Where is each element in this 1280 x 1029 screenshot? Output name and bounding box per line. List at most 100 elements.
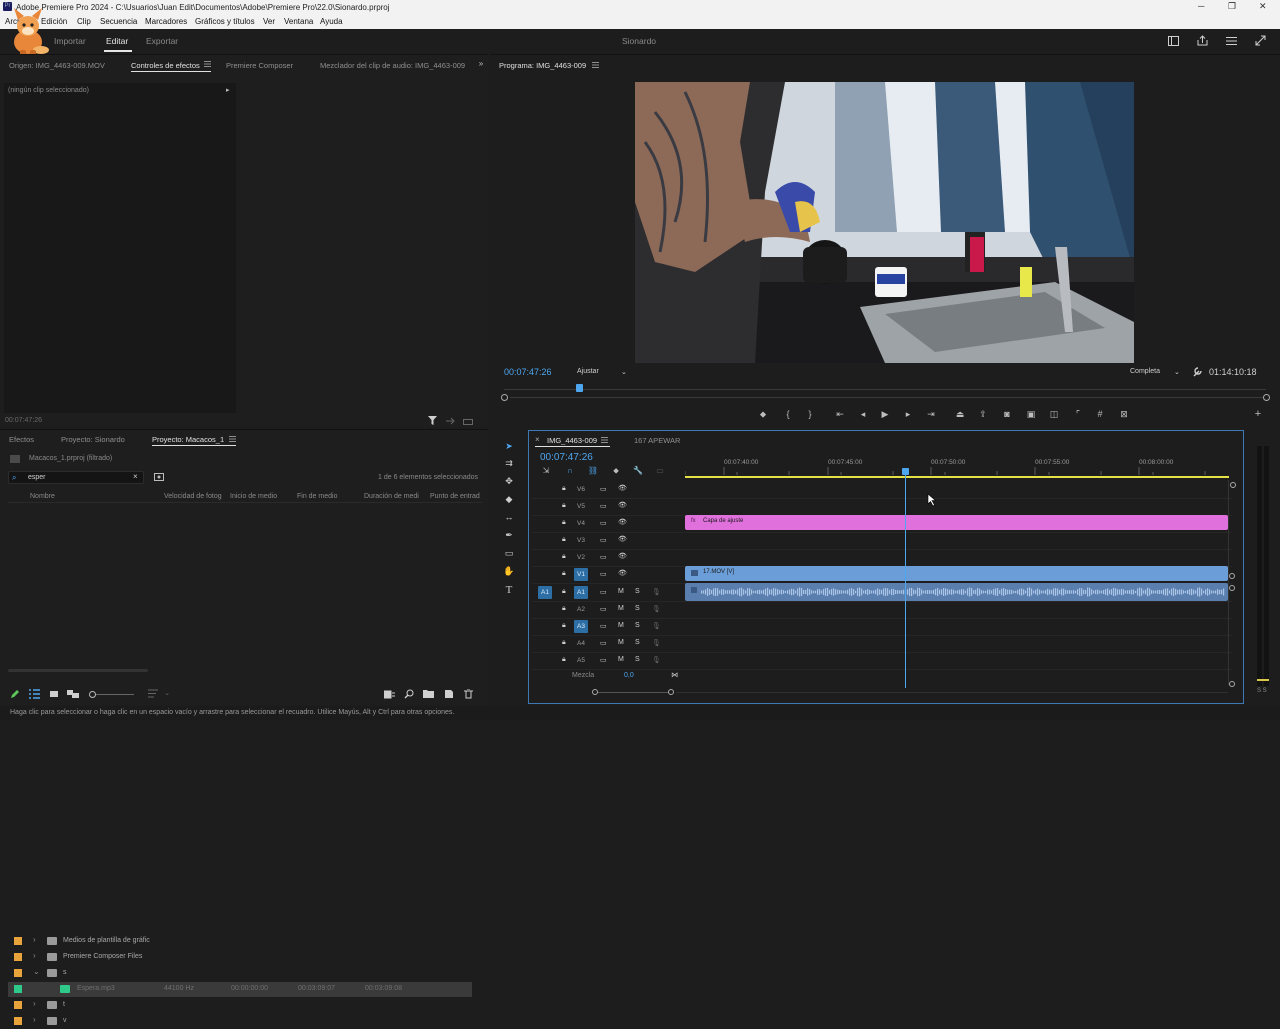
col-nombre[interactable]: Nombre (30, 493, 55, 500)
program-timecode[interactable]: 00:07:47:26 (504, 367, 552, 377)
col-media-end[interactable]: Fin de medio (297, 493, 337, 500)
project-menu-icon[interactable] (229, 436, 236, 442)
zoom-slider[interactable] (96, 694, 134, 695)
new-search-bin-icon[interactable] (154, 473, 164, 481)
track-target[interactable]: A2 (574, 603, 588, 616)
vr-icon[interactable]: ⊠ (1117, 408, 1131, 420)
lock-icon[interactable]: 🔒︎ (562, 485, 566, 493)
new-bin-icon[interactable] (423, 689, 434, 698)
slip-tool-icon[interactable]: ↔ (501, 512, 517, 526)
more-tabs-icon[interactable]: » (474, 58, 488, 70)
export-frame-icon[interactable] (445, 417, 455, 425)
source-patch[interactable]: A1 (538, 586, 552, 599)
export-frame-icon[interactable]: ◙ (1000, 408, 1014, 420)
zoom-handle-right[interactable] (1263, 394, 1270, 401)
track-target[interactable]: V4 (574, 517, 588, 530)
track-target[interactable]: A4 (574, 637, 588, 650)
mute-button[interactable]: M (618, 588, 624, 595)
panel-menu-icon[interactable] (204, 61, 211, 67)
label-color-swatch[interactable] (14, 953, 22, 961)
sync-lock-icon[interactable]: ▭ (600, 519, 607, 527)
sync-lock-icon[interactable]: ▭ (600, 656, 607, 664)
sequence-menu-icon[interactable] (601, 437, 608, 443)
sort-chevron-icon[interactable]: ⌄ (160, 688, 174, 700)
settings-wrench-icon[interactable] (1192, 367, 1202, 377)
zoom-handle-left[interactable] (501, 394, 508, 401)
mark-out-icon[interactable]: } (803, 408, 817, 420)
solo-button[interactable]: S (635, 605, 640, 612)
program-video-frame[interactable] (635, 82, 1134, 363)
label-color-swatch[interactable] (14, 937, 22, 945)
sync-lock-icon[interactable]: ▭ (600, 485, 607, 493)
add-button-icon[interactable]: + (1251, 408, 1265, 420)
nest-icon[interactable]: ⇲ (539, 465, 553, 477)
audio-meter-solo-labels[interactable]: S S (1257, 688, 1267, 694)
fullscreen-icon[interactable] (1255, 35, 1266, 46)
label-color-swatch[interactable] (14, 1017, 22, 1025)
grid-icon[interactable]: # (1093, 408, 1107, 420)
menu-ayuda[interactable]: Ayuda (320, 17, 343, 26)
adjustment-layer-clip[interactable]: fx Capa de ajuste (685, 515, 1228, 530)
voiceover-mic-icon[interactable]: 🎙︎ (652, 622, 661, 630)
ruler-ticks[interactable] (685, 466, 1230, 475)
automate-to-sequence-icon[interactable] (384, 689, 395, 699)
mute-button[interactable]: M (618, 656, 624, 663)
timeline-vscroll-track[interactable] (1228, 480, 1229, 685)
step-forward-icon[interactable]: ▸ (901, 408, 915, 420)
work-area-bar[interactable] (685, 476, 1229, 478)
add-marker-icon[interactable]: ⬥ (756, 408, 770, 420)
go-to-in-icon[interactable]: ⇤ (833, 408, 847, 420)
quick-settings-icon[interactable] (1226, 36, 1237, 46)
mark-in-icon[interactable]: { (781, 408, 795, 420)
sequence-tab-2[interactable]: 167 APEWAR (634, 436, 680, 445)
track-target[interactable]: A1 (574, 586, 588, 599)
project-row[interactable]: › Medios de plantilla de gráfic (8, 934, 472, 949)
share-icon[interactable] (1197, 35, 1208, 46)
filter-icon[interactable] (428, 416, 437, 425)
col-frame-rate[interactable]: Velocidad de fotog (164, 493, 222, 500)
col-media-start[interactable]: Inicio de medio (230, 493, 277, 500)
new-item-icon[interactable] (444, 689, 454, 699)
project-row[interactable]: › Premiere Composer Files (8, 950, 472, 965)
sort-icon[interactable] (148, 689, 158, 698)
col-media-duration[interactable]: Duración de medi (364, 493, 419, 500)
mix-value[interactable]: 0,0 (624, 672, 634, 679)
menu-ver[interactable]: Ver (263, 17, 275, 26)
horizontal-scrollbar[interactable] (8, 669, 148, 672)
expand-chevron-icon[interactable]: › (33, 935, 36, 944)
project-row[interactable]: Espera.mp3 44100 Hz 00:00:00:00 00:03:09:07… (8, 982, 472, 997)
solo-button[interactable]: S (635, 622, 640, 629)
timeline-zoom-handle-right[interactable] (668, 689, 674, 695)
menu-clip[interactable]: Clip (77, 17, 91, 26)
workspace-tab-editar[interactable]: Editar (106, 36, 128, 46)
menu-marcadores[interactable]: Marcadores (145, 17, 187, 26)
lift-icon[interactable]: ⏏ (953, 408, 967, 420)
quality-select[interactable]: Completa (1130, 368, 1160, 375)
tab-project-macacos[interactable]: Proyecto: Macacos_1 (152, 435, 224, 444)
sync-lock-icon[interactable]: ▭ (600, 502, 607, 510)
timeline-hscroll[interactable] (676, 692, 1228, 693)
sync-lock-icon[interactable]: ▭ (600, 639, 607, 647)
lock-icon[interactable]: 🔒︎ (562, 536, 566, 544)
solo-button[interactable]: S (635, 588, 640, 595)
lock-icon[interactable]: 🔒︎ (562, 656, 566, 664)
captions-icon[interactable]: ▭ (653, 465, 667, 477)
scrubber-ruler[interactable] (504, 389, 1266, 390)
audio-clip-waveform[interactable] (685, 583, 1228, 601)
label-color-swatch[interactable] (14, 969, 22, 977)
track-target[interactable]: A5 (574, 654, 588, 667)
track-target[interactable]: V5 (574, 500, 588, 513)
close-sequence-icon[interactable]: × (535, 435, 540, 444)
eye-icon[interactable]: 👁︎ (618, 501, 627, 509)
snap-icon[interactable]: ∩ (563, 465, 577, 477)
lock-icon[interactable]: 🔒︎ (562, 553, 566, 561)
sync-lock-icon[interactable]: ▭ (600, 605, 607, 613)
tab-effect-controls[interactable]: Controles de efectos (131, 61, 200, 70)
safe-margins-icon[interactable]: ⌜ (1071, 408, 1085, 420)
panel-menu-extra-icon[interactable] (463, 417, 473, 425)
eye-icon[interactable]: 👁︎ (618, 552, 627, 560)
quality-chevron-icon[interactable]: ⌄ (1174, 368, 1180, 376)
zoom-chevron-icon[interactable]: ⌄ (621, 368, 627, 376)
expand-chevron-icon[interactable]: › (33, 1015, 36, 1024)
vscroll-handle-3[interactable] (1229, 681, 1235, 687)
